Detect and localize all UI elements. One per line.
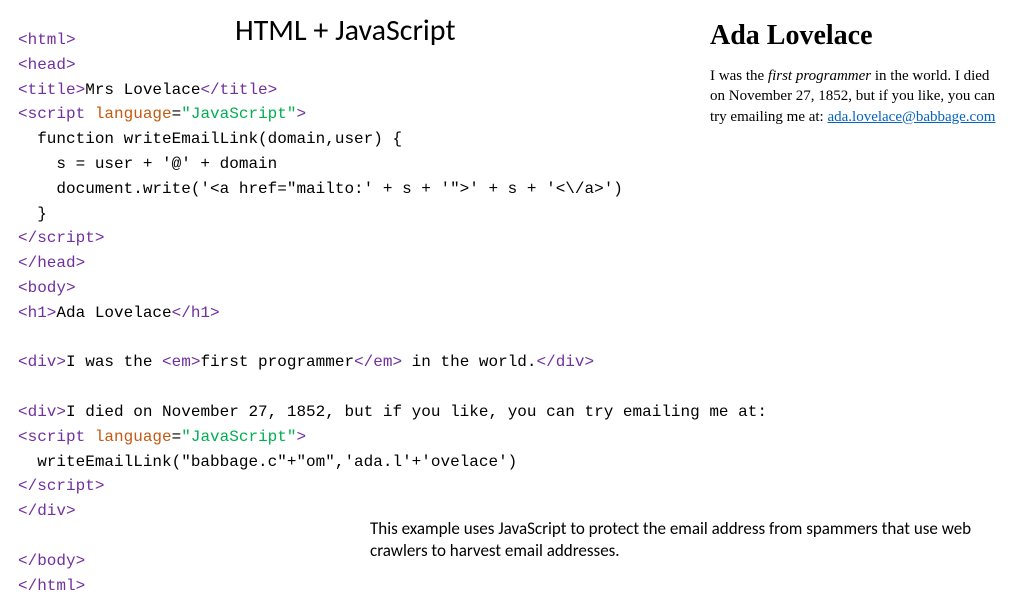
code-line: >: [95, 477, 105, 495]
code-line: </title>: [200, 81, 277, 99]
code-line: >: [296, 428, 306, 446]
code-line: <div>: [18, 353, 66, 371]
code-str: "JavaScript": [181, 105, 296, 123]
code-line: <script: [18, 105, 85, 123]
code-attr: language: [85, 105, 171, 123]
code-text: in the world.: [402, 353, 536, 371]
code-line: writeEmailLink("babbage.c"+"om",'ada.l'+…: [18, 453, 517, 471]
code-text: Ada Lovelace: [56, 304, 171, 322]
code-line: <title>: [18, 81, 85, 99]
code-line: </div>: [537, 353, 595, 371]
code-line: }: [18, 205, 47, 223]
rendered-output: Ada Lovelace I was the first programmer …: [710, 20, 1000, 127]
code-line: s = user + '@' + domain: [18, 155, 277, 173]
code-line: <em>: [162, 353, 200, 371]
rendered-em: first programmer: [768, 68, 871, 84]
code-line: >: [95, 229, 105, 247]
code-line: <div>: [18, 403, 66, 421]
code-line: </div>: [18, 502, 76, 520]
code-line: function writeEmailLink(domain,user) {: [18, 130, 402, 148]
code-text: I was the: [66, 353, 162, 371]
code-text: =: [172, 105, 182, 123]
code-line: >: [296, 105, 306, 123]
code-text: I died on November 27, 1852, but if you …: [66, 403, 767, 421]
code-line: </script: [18, 477, 95, 495]
code-line: <h1>: [18, 304, 56, 322]
footnote: This example uses JavaScript to protect …: [370, 518, 980, 562]
code-str: "JavaScript": [181, 428, 296, 446]
rendered-paragraph: I was the first programmer in the world.…: [710, 66, 1000, 127]
rendered-heading: Ada Lovelace: [710, 20, 1000, 52]
code-line: </h1>: [172, 304, 220, 322]
code-line: </body>: [18, 552, 85, 570]
rendered-text: I was the: [710, 68, 768, 84]
code-attr: language: [85, 428, 171, 446]
code-line: <body>: [18, 279, 76, 297]
code-line: document.write('<a href="mailto:' + s + …: [18, 180, 623, 198]
code-text: Mrs Lovelace: [85, 81, 200, 99]
code-text: first programmer: [200, 353, 354, 371]
code-line: </em>: [354, 353, 402, 371]
code-line: </html>: [18, 577, 85, 595]
code-text: =: [172, 428, 182, 446]
code-line: <html>: [18, 31, 76, 49]
code-line: </script: [18, 229, 95, 247]
code-line: </head>: [18, 254, 85, 272]
rendered-email-link[interactable]: ada.lovelace@babbage.com: [827, 109, 995, 125]
code-line: <script: [18, 428, 85, 446]
code-block: <html> <head> <title>Mrs Lovelace</title…: [18, 28, 767, 598]
code-line: <head>: [18, 56, 76, 74]
